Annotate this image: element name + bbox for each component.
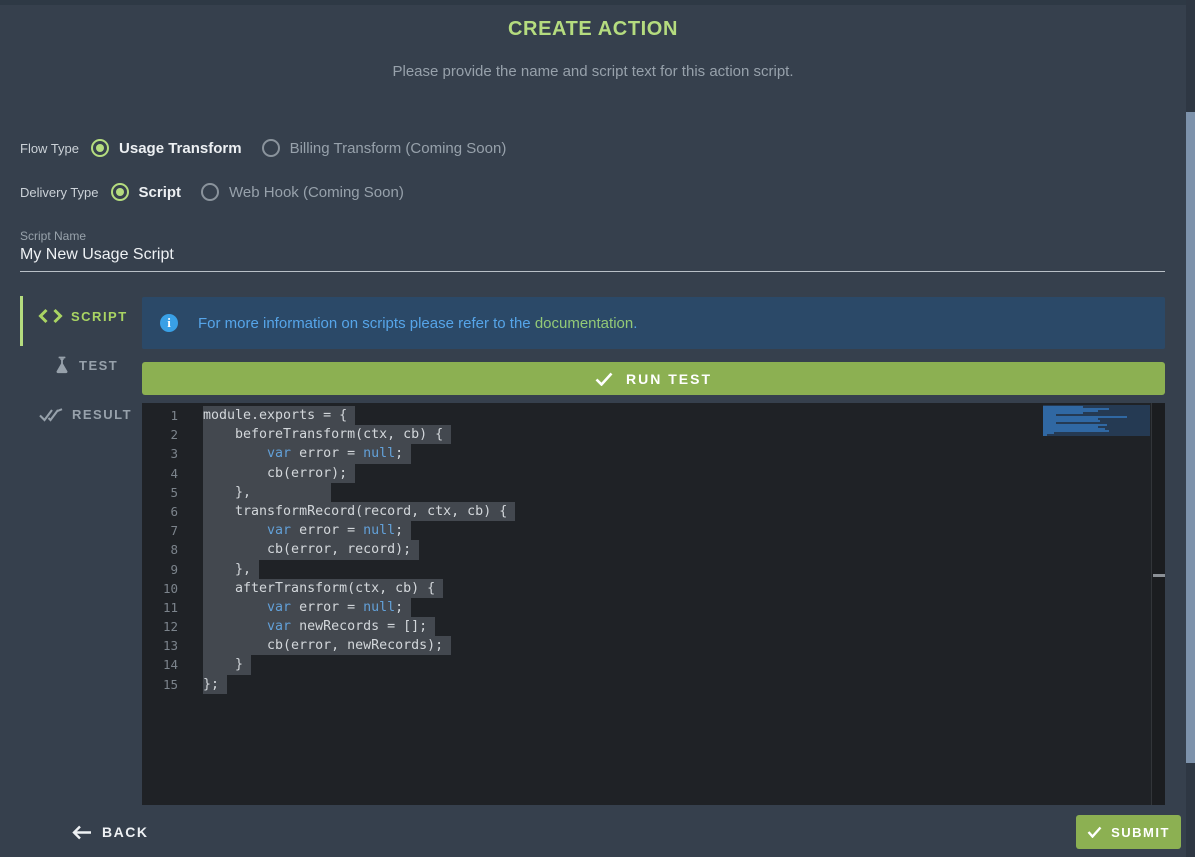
script-name-label: Script Name — [20, 229, 86, 243]
line-number: 13 — [142, 636, 178, 655]
back-label: BACK — [102, 824, 148, 840]
code-editor[interactable]: 1module.exports = {2 beforeTransform(ctx… — [142, 403, 1165, 805]
back-button[interactable]: BACK — [70, 818, 148, 846]
documentation-link[interactable]: documentation — [535, 315, 633, 332]
selected-code-text: cb(error, newRecords); — [203, 636, 451, 655]
code-line[interactable]: 3 var error = null; — [142, 444, 1165, 463]
selected-code-text: }; — [203, 675, 227, 694]
line-number: 11 — [142, 598, 178, 617]
tab-test[interactable]: TEST — [54, 356, 118, 374]
line-number: 6 — [142, 502, 178, 521]
code-line[interactable]: 1 module.exports = { — [142, 406, 1165, 425]
script-name-input[interactable] — [20, 246, 1165, 264]
editor-scrollbar-thumb[interactable] — [1153, 574, 1165, 577]
banner-text-body: For more information on scripts please r… — [198, 315, 535, 332]
code-line[interactable]: 9 }, — [142, 560, 1165, 579]
selected-code-text: module.exports = { — [203, 406, 355, 425]
selected-code-text: cb(error); — [203, 464, 355, 483]
line-number: 1 — [142, 406, 178, 425]
radio-script[interactable] — [111, 183, 129, 201]
submit-label: SUBMIT — [1111, 825, 1170, 840]
line-number: 3 — [142, 444, 178, 463]
line-number: 12 — [142, 617, 178, 636]
tab-result[interactable]: RESULT — [38, 406, 132, 423]
selected-code-text: }, — [203, 483, 331, 502]
code-line[interactable]: 10 afterTransform(ctx, cb) { — [142, 579, 1165, 598]
line-number: 4 — [142, 464, 178, 483]
radio-script-label[interactable]: Script — [139, 184, 182, 201]
page-subtitle: Please provide the name and script text … — [0, 63, 1186, 80]
code-icon — [38, 308, 63, 324]
flow-type-row: Flow Type Usage Transform Billing Transf… — [20, 138, 506, 158]
tab-script-label: SCRIPT — [71, 309, 128, 324]
page-title: CREATE ACTION — [0, 18, 1186, 41]
code-line[interactable]: 15}; — [142, 675, 1165, 694]
info-banner: i For more information on scripts please… — [142, 297, 1165, 349]
submit-button[interactable]: SUBMIT — [1076, 815, 1181, 849]
radio-billing-transform-label[interactable]: Billing Transform (Coming Soon) — [290, 140, 507, 157]
line-number: 10 — [142, 579, 178, 598]
banner-text-suffix: . — [633, 315, 637, 332]
line-number: 7 — [142, 521, 178, 540]
line-number: 14 — [142, 655, 178, 674]
check-icon — [1087, 826, 1102, 838]
selected-code-text: cb(error, record); — [203, 540, 419, 559]
double-check-icon — [38, 406, 64, 423]
arrow-left-icon — [70, 824, 93, 841]
selected-code-text: var error = null; — [203, 444, 411, 463]
code-lines: 1module.exports = {2 beforeTransform(ctx… — [142, 406, 1165, 694]
radio-billing-transform[interactable] — [262, 139, 280, 157]
flow-type-label: Flow Type — [20, 141, 79, 156]
script-name-underline — [20, 271, 1165, 272]
minimap — [1043, 405, 1150, 436]
active-tab-indicator — [20, 296, 23, 346]
code-line[interactable]: 12 var newRecords = []; — [142, 617, 1165, 636]
selected-code-text: transformRecord(record, ctx, cb) { — [203, 502, 515, 521]
editor-scrollbar[interactable] — [1151, 403, 1165, 805]
selected-code-text: } — [203, 655, 251, 674]
selected-code-text: var error = null; — [203, 521, 411, 540]
tab-test-label: TEST — [79, 358, 118, 373]
run-test-label: RUN TEST — [626, 371, 712, 387]
flask-icon — [54, 356, 70, 374]
radio-usage-transform-label[interactable]: Usage Transform — [119, 140, 242, 157]
code-line[interactable]: 2 beforeTransform(ctx, cb) { — [142, 425, 1165, 444]
line-number: 9 — [142, 560, 178, 579]
radio-web-hook-label[interactable]: Web Hook (Coming Soon) — [229, 184, 404, 201]
info-icon: i — [160, 314, 178, 332]
code-line[interactable]: 5 }, — [142, 483, 1165, 502]
code-line[interactable]: 11 var error = null; — [142, 598, 1165, 617]
line-number: 2 — [142, 425, 178, 444]
code-line[interactable]: 8 cb(error, record); — [142, 540, 1165, 559]
code-line[interactable]: 7 var error = null; — [142, 521, 1165, 540]
page-scrollbar-thumb[interactable] — [1186, 112, 1195, 763]
check-icon — [595, 372, 613, 386]
selected-code-text: var newRecords = []; — [203, 617, 435, 636]
delivery-type-row: Delivery Type Script Web Hook (Coming So… — [20, 182, 404, 202]
code-line[interactable]: 13 cb(error, newRecords); — [142, 636, 1165, 655]
top-shade — [0, 0, 1195, 5]
line-number: 15 — [142, 675, 178, 694]
line-number: 5 — [142, 483, 178, 502]
code-line[interactable]: 14 } — [142, 655, 1165, 674]
line-number: 8 — [142, 540, 178, 559]
tab-result-label: RESULT — [72, 407, 132, 422]
selected-code-text: }, — [203, 560, 259, 579]
code-line[interactable]: 6 transformRecord(record, ctx, cb) { — [142, 502, 1165, 521]
banner-text: For more information on scripts please r… — [198, 315, 637, 332]
code-line[interactable]: 4 cb(error); — [142, 464, 1165, 483]
run-test-button[interactable]: RUN TEST — [142, 362, 1165, 395]
delivery-type-label: Delivery Type — [20, 185, 99, 200]
tab-script[interactable]: SCRIPT — [38, 308, 128, 324]
selected-code-text: afterTransform(ctx, cb) { — [203, 579, 443, 598]
radio-usage-transform[interactable] — [91, 139, 109, 157]
radio-web-hook[interactable] — [201, 183, 219, 201]
selected-code-text: var error = null; — [203, 598, 411, 617]
selected-code-text: beforeTransform(ctx, cb) { — [203, 425, 451, 444]
